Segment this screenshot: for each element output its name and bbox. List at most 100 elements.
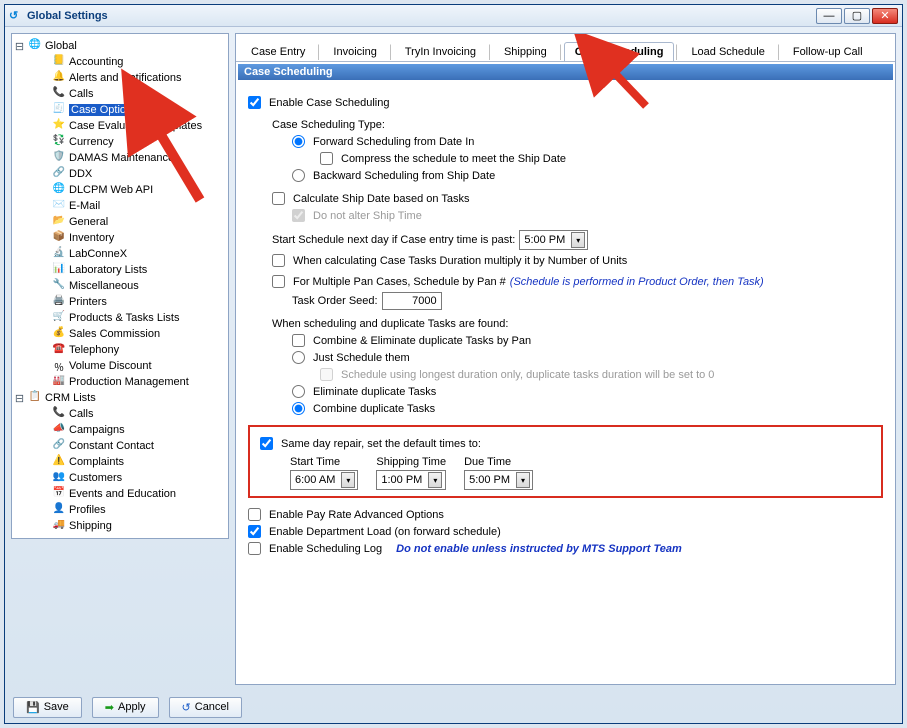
- label: Combine & Eliminate duplicate Tasks by P…: [313, 335, 531, 347]
- title-bar: ↺ Global Settings — ▢ ✕: [5, 5, 902, 27]
- tree-item-icon: 📣: [52, 423, 66, 437]
- expander-icon[interactable]: ⊟: [14, 40, 25, 53]
- tree-item[interactable]: 🔗DDX: [14, 166, 226, 182]
- shipping-time-select[interactable]: 1:00 PM▾: [376, 470, 446, 490]
- tab-follow-up-call[interactable]: Follow-up Call: [782, 42, 874, 61]
- department-load-checkbox[interactable]: [248, 525, 261, 538]
- compress-schedule-checkbox[interactable]: [320, 152, 333, 165]
- tree-item-icon: 🏭: [52, 375, 66, 389]
- tree-item[interactable]: ⊟📋CRM Lists: [14, 390, 226, 406]
- pay-rate-advanced-checkbox[interactable]: [248, 508, 261, 521]
- cancel-button[interactable]: ↺Cancel: [169, 697, 242, 718]
- dropdown-icon[interactable]: ▾: [428, 472, 442, 488]
- enable-case-scheduling-checkbox[interactable]: [248, 96, 261, 109]
- close-button[interactable]: ✕: [872, 8, 898, 24]
- tree-item-icon: 🔔: [52, 71, 66, 85]
- tree-item[interactable]: 👥Customers: [14, 470, 226, 486]
- tree-item[interactable]: 📞Calls: [14, 406, 226, 422]
- dropdown-icon[interactable]: ▾: [571, 232, 585, 248]
- tree-item[interactable]: 📦Inventory: [14, 230, 226, 246]
- tree-item-icon: 📂: [52, 215, 66, 229]
- tree-item[interactable]: 📂General: [14, 214, 226, 230]
- tree-item[interactable]: 🛒Products & Tasks Lists: [14, 310, 226, 326]
- tree-item-icon: ⚠️: [52, 455, 66, 469]
- tree-item[interactable]: ⭐Case Evaluation Templates: [14, 118, 226, 134]
- tree-item-label: Accounting: [69, 56, 123, 68]
- tree-item[interactable]: 💰Sales Commission: [14, 326, 226, 342]
- forward-scheduling-radio[interactable]: [292, 135, 305, 148]
- tree-item-icon: 🔗: [52, 439, 66, 453]
- tree-item[interactable]: 📊Laboratory Lists: [14, 262, 226, 278]
- tree-item[interactable]: 🔬LabConneX: [14, 246, 226, 262]
- tree-view[interactable]: ⊟🌐Global📒Accounting🔔Alerts and Notificat…: [11, 33, 229, 539]
- dropdown-icon[interactable]: ▾: [516, 472, 530, 488]
- tab-case-scheduling[interactable]: Case Scheduling: [564, 42, 675, 61]
- tree-item-icon: ⭐: [52, 119, 66, 133]
- tree-item-label: Events and Education: [69, 488, 176, 500]
- tree-item-label: DDX: [69, 168, 92, 180]
- tree-item[interactable]: 👤Profiles: [14, 502, 226, 518]
- tree-item[interactable]: 🧾Case Options: [14, 102, 226, 118]
- combine-duplicate-radio[interactable]: [292, 402, 305, 415]
- tree-item-icon: 🔬: [52, 247, 66, 261]
- tab-invoicing[interactable]: Invoicing: [322, 42, 387, 61]
- apply-icon: ➡: [105, 701, 114, 714]
- tab-case-entry[interactable]: Case Entry: [240, 42, 316, 61]
- label: Just Schedule them: [313, 352, 410, 364]
- maximize-button[interactable]: ▢: [844, 8, 870, 24]
- minimize-button[interactable]: —: [816, 8, 842, 24]
- tab-tryin-invoicing[interactable]: TryIn Invoicing: [394, 42, 487, 61]
- tree-item[interactable]: 📒Accounting: [14, 54, 226, 70]
- tree-item[interactable]: 🏭Production Management: [14, 374, 226, 390]
- tree-item[interactable]: 📅Events and Education: [14, 486, 226, 502]
- multiply-by-units-checkbox[interactable]: [272, 254, 285, 267]
- scheduling-log-checkbox[interactable]: [248, 542, 261, 555]
- same-day-highlight-box: Same day repair, set the default times t…: [248, 425, 883, 498]
- just-schedule-radio[interactable]: [292, 351, 305, 364]
- tree-item-label: Alerts and Notifications: [69, 72, 182, 84]
- tab-load-schedule[interactable]: Load Schedule: [680, 42, 775, 61]
- tree-item[interactable]: 🌐DLCPM Web API: [14, 182, 226, 198]
- tree-item[interactable]: 📞Calls: [14, 86, 226, 102]
- tree-item[interactable]: 🖨️Printers: [14, 294, 226, 310]
- tree-item-icon: ％: [52, 359, 66, 373]
- tree-item[interactable]: 💱Currency: [14, 134, 226, 150]
- task-order-seed-input[interactable]: [382, 292, 442, 310]
- calc-ship-date-checkbox[interactable]: [272, 192, 285, 205]
- next-day-time-select[interactable]: 5:00 PM▾: [519, 230, 588, 250]
- multi-pan-note: (Schedule is performed in Product Order,…: [510, 276, 764, 288]
- tree-item[interactable]: 📣Campaigns: [14, 422, 226, 438]
- save-button[interactable]: 💾Save: [13, 697, 82, 718]
- dropdown-icon[interactable]: ▾: [341, 472, 355, 488]
- eliminate-duplicate-radio[interactable]: [292, 385, 305, 398]
- tree-item[interactable]: 🔔Alerts and Notifications: [14, 70, 226, 86]
- tab-shipping[interactable]: Shipping: [493, 42, 558, 61]
- tree-item-label: Currency: [69, 136, 114, 148]
- tree-item[interactable]: 🔧Miscellaneous: [14, 278, 226, 294]
- footer-toolbar: 💾Save ➡Apply ↺Cancel: [5, 691, 902, 723]
- tree-item[interactable]: ⚠️Complaints: [14, 454, 226, 470]
- tree-item[interactable]: ☎️Telephony: [14, 342, 226, 358]
- tree-item-icon: 🛒: [52, 311, 66, 325]
- tree-item[interactable]: ⊟🌐Global: [14, 38, 226, 54]
- due-time-select[interactable]: 5:00 PM▾: [464, 470, 533, 490]
- backward-scheduling-radio[interactable]: [292, 169, 305, 182]
- tab-strip: Case Entry Invoicing TryIn Invoicing Shippi…: [236, 34, 895, 62]
- tree-item[interactable]: 🚚Shipping: [14, 518, 226, 534]
- start-time-select[interactable]: 6:00 AM▾: [290, 470, 358, 490]
- multi-pan-checkbox[interactable]: [272, 275, 285, 288]
- tree-item[interactable]: 🛡️DAMAS Maintenance: [14, 150, 226, 166]
- expander-icon[interactable]: ⊟: [14, 392, 25, 405]
- same-day-repair-checkbox[interactable]: [260, 437, 273, 450]
- tree-item[interactable]: ✉️E-Mail: [14, 198, 226, 214]
- tree-item[interactable]: 🔗Constant Contact: [14, 438, 226, 454]
- tree-item[interactable]: ％Volume Discount: [14, 358, 226, 374]
- tree-item-icon: 💰: [52, 327, 66, 341]
- tree-item-label: Miscellaneous: [69, 280, 139, 292]
- scheduling-log-warning: Do not enable unless instructed by MTS S…: [396, 543, 682, 555]
- tree-item-label: Inventory: [69, 232, 114, 244]
- combine-eliminate-by-pan-checkbox[interactable]: [292, 334, 305, 347]
- tree-item-icon: 📒: [52, 55, 66, 69]
- tree-item-label: DAMAS Maintenance: [69, 152, 174, 164]
- apply-button[interactable]: ➡Apply: [92, 697, 159, 718]
